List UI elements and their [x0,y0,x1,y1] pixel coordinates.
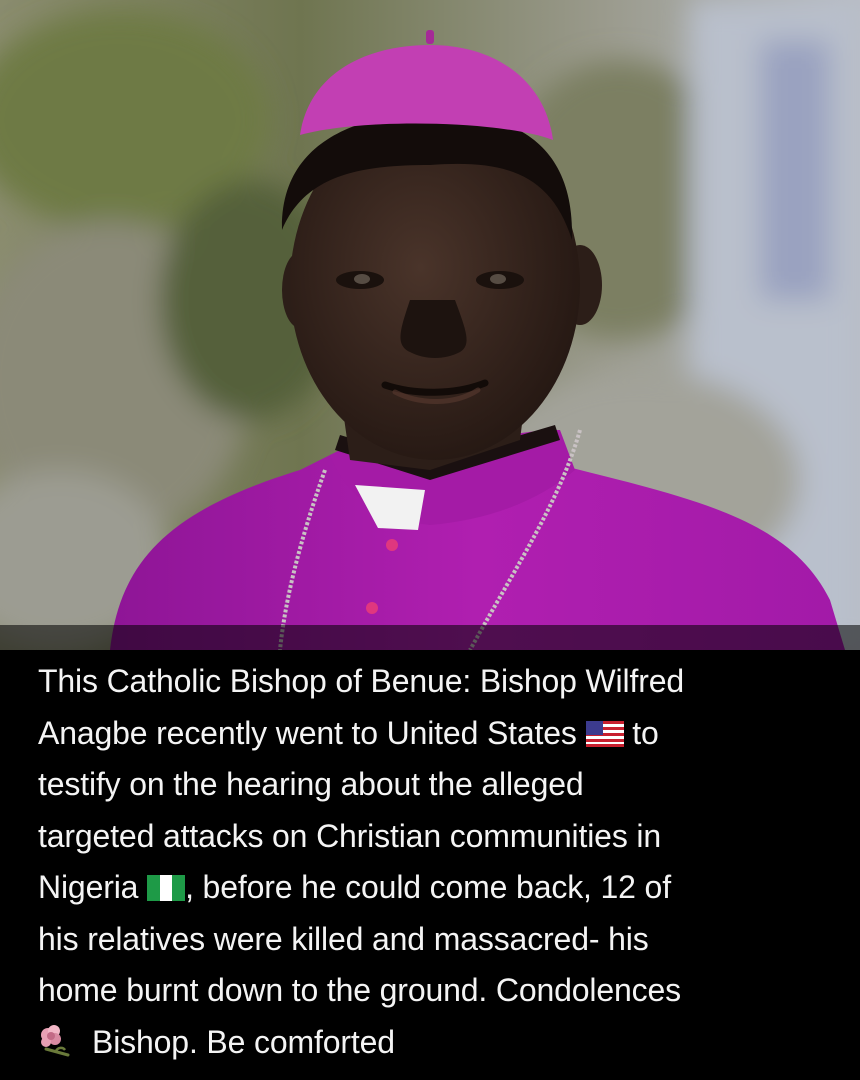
caption-line: testify on the hearing about the alleged [38,759,860,811]
caption-line: home burnt down to the ground. Condolenc… [38,965,860,1017]
wilted-flower-icon [41,1024,70,1056]
caption-text: home burnt down to the ground. Condolenc… [38,972,682,1008]
caption-text: Bishop. Be comforted [92,1023,395,1060]
caption-line: This Catholic Bishop of Benue: Bishop Wi… [38,656,860,708]
post-image: This Catholic Bishop of Benue: Bishop Wi… [0,0,860,1080]
caption-text: Anagbe recently went to United States [38,714,577,751]
caption: This Catholic Bishop of Benue: Bishop Wi… [0,650,860,1080]
caption-text: Nigeria [38,869,139,905]
us-flag-icon [585,720,624,747]
caption-text: , before he could come back, 12 of [185,869,671,905]
bishop-photo [0,0,860,650]
caption-text: targeted attacks on Christian communitie… [38,817,662,854]
nigeria-flag-icon [147,875,186,901]
caption-line: Nigeria , before he could come back, 12 … [38,862,860,914]
caption-line: Anagbe recently went to United States to [38,708,860,760]
caption-text: to [623,714,659,751]
caption-line: targeted attacks on Christian communitie… [38,811,860,863]
caption-line: his relatives were killed and massacred-… [38,914,860,966]
caption-text: his relatives were killed and massacred-… [38,920,649,957]
caption-text: This Catholic Bishop of Benue: Bishop Wi… [38,663,685,699]
caption-text: testify on the hearing about the alleged [38,766,584,802]
caption-line: Bishop. Be comforted [38,1017,860,1069]
